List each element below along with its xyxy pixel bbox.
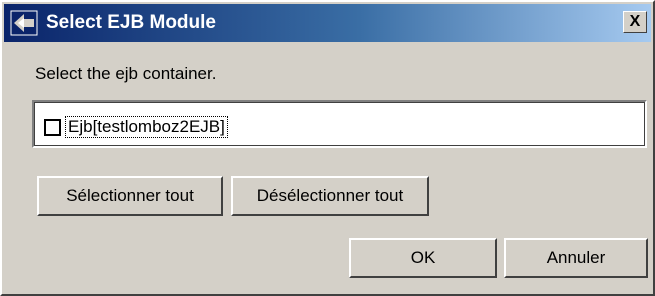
ejb-container-list[interactable]: Ejb[testlomboz2EJB] (32, 100, 647, 148)
deselect-all-button[interactable]: Désélectionner tout (231, 176, 429, 216)
item-checkbox[interactable] (44, 118, 61, 136)
prompt-label: Select the ejb container. (35, 64, 217, 83)
eclipse-icon (10, 10, 38, 36)
close-icon: X (629, 13, 641, 30)
list-item-label: Ejb[testlomboz2EJB] (65, 116, 228, 138)
title-bar[interactable]: Select EJB Module X (4, 4, 651, 42)
list-item[interactable]: Ejb[testlomboz2EJB] (44, 116, 228, 138)
select-all-button[interactable]: Sélectionner tout (37, 176, 223, 216)
close-button[interactable]: X (623, 11, 647, 33)
cancel-button[interactable]: Annuler (504, 238, 648, 278)
ok-button[interactable]: OK (349, 238, 497, 278)
window-title: Select EJB Module (46, 12, 216, 33)
select-ejb-module-dialog: Select EJB Module X Select the ejb conta… (0, 0, 655, 296)
